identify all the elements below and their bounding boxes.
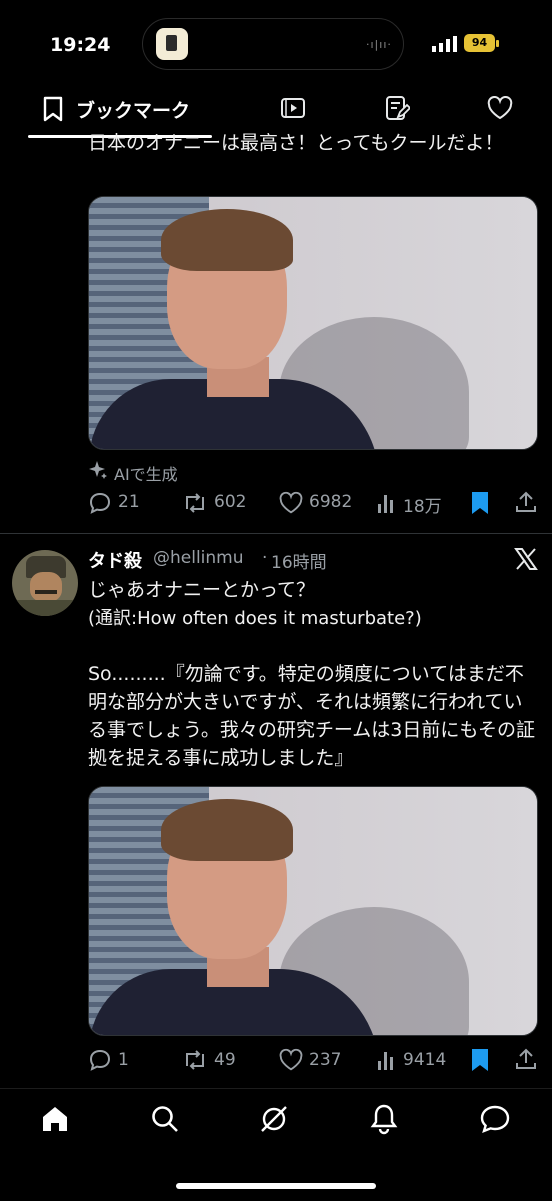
views-icon[interactable] (377, 492, 397, 514)
repost-count: 602 (214, 492, 247, 512)
bookmark-filled-icon[interactable] (470, 491, 490, 515)
like-count: 6982 (309, 492, 353, 512)
ai-generated-label: AIで生成 (114, 465, 178, 484)
reply-count: 1 (118, 1050, 129, 1070)
tab-bookmarks[interactable]: ブックマーク (76, 96, 190, 123)
status-time: 19:24 (50, 34, 111, 56)
bookmark-filled-icon[interactable] (470, 1048, 490, 1072)
views-count: 9414 (403, 1050, 447, 1070)
island-app-icon[interactable] (156, 28, 188, 60)
grok-icon[interactable] (258, 1104, 290, 1134)
post-time: 16時間 (271, 553, 327, 573)
like-icon[interactable] (278, 491, 304, 515)
share-icon[interactable] (514, 490, 538, 514)
views-icon[interactable] (377, 1049, 397, 1071)
search-icon[interactable] (150, 1104, 180, 1134)
avatar[interactable] (12, 550, 78, 616)
post1-media[interactable] (88, 196, 538, 450)
repost-icon[interactable] (182, 491, 208, 515)
repost-icon[interactable] (182, 1048, 208, 1072)
video-icon[interactable] (280, 96, 306, 120)
home-indicator (176, 1183, 376, 1189)
views-count: 18万 (403, 497, 442, 517)
reply-icon[interactable] (88, 1048, 112, 1072)
like-icon[interactable] (278, 1048, 304, 1072)
reply-icon[interactable] (88, 491, 112, 515)
share-icon[interactable] (514, 1047, 538, 1071)
battery-tip (496, 40, 499, 47)
messages-icon[interactable] (479, 1104, 511, 1134)
time-separator: · (262, 548, 268, 568)
heart-icon[interactable] (486, 96, 514, 120)
post1-image (89, 197, 537, 449)
post2-line1: じゃあオナニーとかって？ (88, 579, 316, 601)
post-divider (0, 533, 552, 534)
x-logo-icon[interactable] (514, 547, 538, 571)
post2-image (89, 787, 537, 1035)
post2-body: So.........『勿論です。特定の頻度についてはまだ不明な部分が大きいです… (88, 663, 535, 769)
bookmark-icon[interactable] (42, 96, 64, 122)
home-icon[interactable] (40, 1104, 70, 1134)
author-name[interactable]: タド殺 (88, 547, 142, 573)
sparkle-icon (88, 460, 108, 480)
repost-count: 49 (214, 1050, 236, 1070)
post2-media[interactable] (88, 786, 538, 1036)
post2-line2: (通訳:How often does it masturbate?) (88, 608, 422, 629)
author-handle[interactable]: @hellinmu (153, 548, 244, 568)
reply-count: 21 (118, 492, 140, 512)
battery-indicator: 94 (464, 34, 495, 52)
post1-text: 日本のオナニーは最高さ！とってもクールだよ！ (88, 132, 504, 154)
notifications-icon[interactable] (369, 1103, 399, 1135)
edit-list-icon[interactable] (384, 95, 410, 121)
audio-wave-indicator: ·ı|ıı· (366, 38, 392, 51)
signal-icon (432, 36, 458, 52)
like-count: 237 (309, 1050, 342, 1070)
